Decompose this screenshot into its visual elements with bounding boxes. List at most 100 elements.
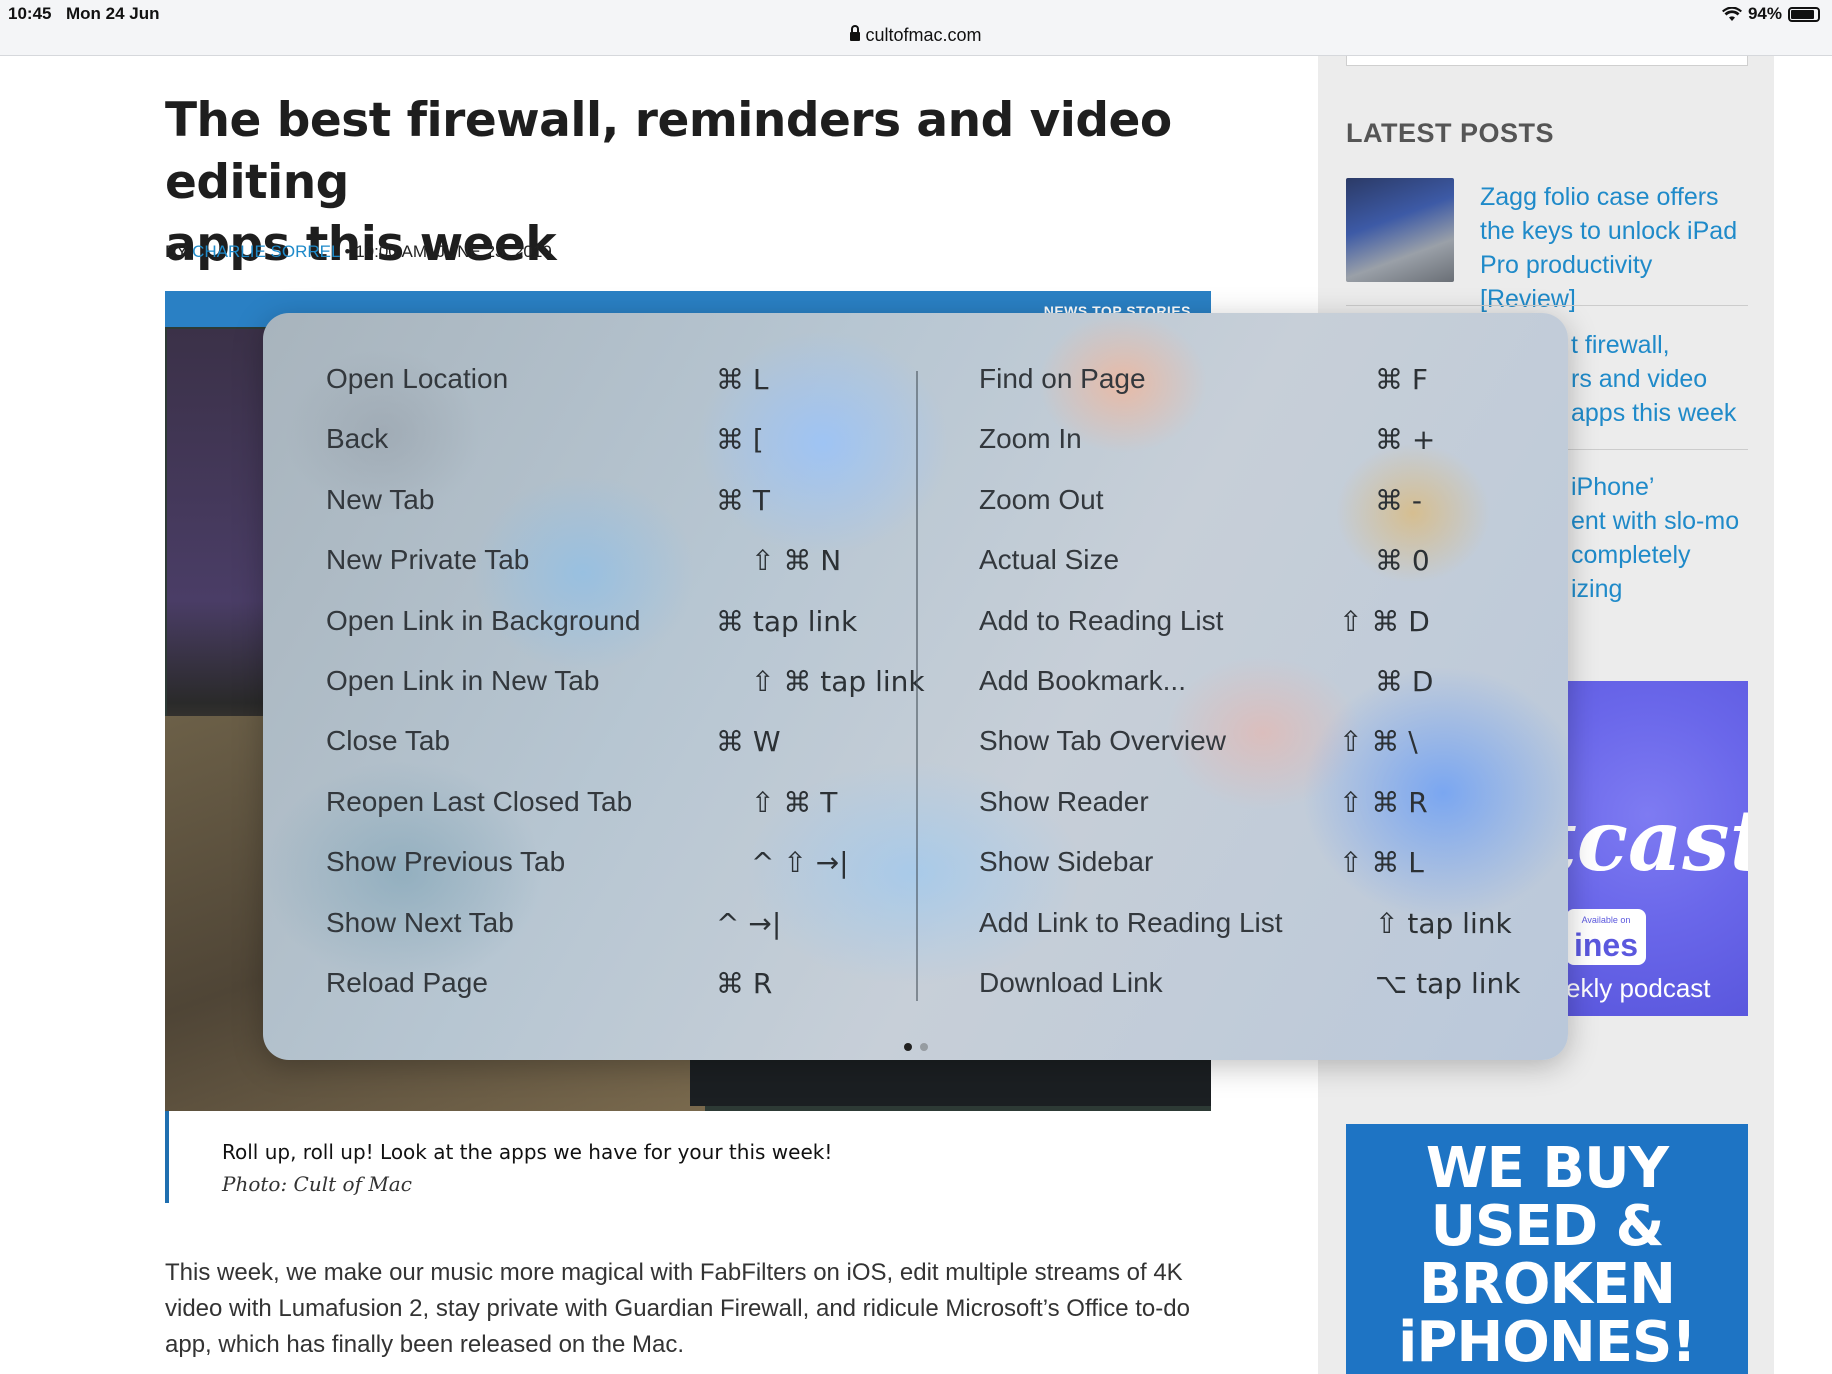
shortcut-row: Show Sidebar ⇧ ⌘ L	[979, 836, 1504, 896]
shortcut-keys: ⇧ ⌘ R	[1339, 785, 1428, 819]
shortcut-label: New Private Tab	[326, 544, 530, 576]
shortcuts-column-right: Find on Page ⌘ F Zoom In ⌘ + Zoom Out ⌘ - A…	[979, 353, 1521, 1017]
shortcut-keys: ⇧ tap link	[1375, 906, 1512, 940]
page-dot[interactable]	[919, 1043, 928, 1051]
shortcut-label: Open Link in Background	[326, 604, 641, 636]
shortcut-row: Find on Page ⌘ F	[979, 353, 1504, 413]
article-body: This week, we make our music more magica…	[165, 1255, 1225, 1363]
byline-timestamp: • 10:00 AM, JUNE 23, 2019	[344, 242, 552, 261]
shortcut-keys: ⌘ L	[716, 363, 769, 396]
post-title-line: iPhone’	[1571, 473, 1655, 501]
ad-line: USED &	[1430, 1194, 1665, 1259]
body-line-3: app, which has finally been released on …	[165, 1331, 684, 1358]
shortcut-label: Find on Page	[979, 363, 1146, 394]
byline-prefix: BY	[165, 242, 188, 261]
shortcut-label: Show Next Tab	[326, 906, 514, 938]
shortcut-row: Show Next Tab ^ →|	[326, 897, 871, 957]
post-divider	[1346, 305, 1748, 306]
post-link[interactable]: Zagg folio case offers the keys to unloc…	[1480, 180, 1748, 316]
post-thumbnail[interactable]	[1346, 178, 1454, 282]
address-bar[interactable]: cultofmac.com	[0, 25, 1832, 46]
shortcut-keys: ⌘ -	[1375, 483, 1423, 517]
shortcut-row: Show Reader ⇧ ⌘ R	[979, 776, 1504, 836]
latest-post-1[interactable]: Zagg folio case offers the keys to unloc…	[1346, 178, 1748, 313]
post-title-line: ent with slo-mo	[1571, 507, 1740, 535]
shortcut-row: New Tab ⌘ T	[326, 474, 871, 534]
shortcut-keys: ⇧ ⌘ T	[751, 785, 838, 819]
shortcut-row: Open Link in New Tab ⇧ ⌘ tap link	[326, 655, 925, 715]
shortcut-keys: ⌘ tap link	[716, 604, 858, 638]
page-indicator[interactable]	[263, 1038, 1568, 1056]
body-line-2: video with Lumafusion 2, stay private wi…	[165, 1295, 1190, 1322]
podcast-tagline: ekly podcast	[1566, 973, 1711, 1003]
shortcut-keys: ⇧ ⌘ tap link	[751, 664, 925, 698]
post-title-line: rs and video	[1571, 365, 1708, 393]
image-caption: Roll up, roll up! Look at the apps we ha…	[222, 1140, 833, 1164]
shortcut-keys: ⌘ D	[1375, 664, 1434, 698]
status-date: Mon 24 Jun	[66, 4, 160, 23]
shortcut-row: Add Link to Reading List ⇧ tap link	[979, 897, 1512, 957]
shortcut-label: New Tab	[326, 483, 435, 515]
wifi-icon	[1721, 6, 1742, 21]
lock-icon	[850, 25, 861, 41]
shortcut-label: Add to Reading List	[979, 604, 1224, 636]
browser-topbar: 10:45 Mon 24 Jun 94% cultofmac.com	[0, 0, 1832, 56]
post-title-line: Zagg folio case offers	[1480, 183, 1719, 211]
post-title-line: Pro productivity [Review]	[1480, 251, 1653, 313]
page-dot-active[interactable]	[903, 1043, 912, 1051]
shortcut-keys: ⌥ tap link	[1375, 966, 1521, 1000]
shortcut-label: Add Bookmark...	[979, 664, 1186, 696]
buyback-ad-text: WE BUY USED & BROKEN iPHONES!	[1346, 1140, 1748, 1372]
shortcut-label: Add Link to Reading List	[979, 906, 1283, 938]
shortcut-label: Show Previous Tab	[326, 846, 566, 878]
shortcut-keys: ⌘ +	[1375, 423, 1436, 457]
battery-percent: 94%	[1747, 4, 1782, 23]
shortcut-row: Zoom In ⌘ +	[979, 413, 1504, 473]
shortcut-label: Show Sidebar	[979, 846, 1154, 878]
page-margin	[1774, 56, 1832, 1374]
shortcut-label: Reopen Last Closed Tab	[326, 785, 633, 817]
post-title-line: apps this week	[1571, 399, 1737, 427]
shortcut-keys: ⇧ ⌘ L	[1339, 846, 1424, 880]
post-link[interactable]: t firewall, rs and video apps this week	[1571, 328, 1736, 430]
shortcut-row: Show Previous Tab ^ ⇧ →|	[326, 836, 871, 896]
post-link[interactable]: iPhone’ ent with slo-mo completely izing	[1571, 470, 1739, 606]
image-credit: Photo: Cult of Mac	[222, 1172, 412, 1196]
post-title-line: the keys to unlock iPad	[1480, 217, 1738, 245]
status-right: 94%	[1721, 4, 1820, 24]
buyback-ad[interactable]: WE BUY USED & BROKEN iPHONES!	[1346, 1124, 1748, 1374]
shortcut-keys: ⌘ F	[1375, 363, 1429, 396]
caption-accent	[165, 1111, 169, 1203]
shortcut-row: Open Location ⌘ L	[326, 353, 871, 413]
post-title-line: completely	[1571, 541, 1691, 569]
shortcut-keys: ⌘ R	[716, 966, 773, 1000]
battery-icon	[1788, 6, 1820, 22]
ad-line: iPHONES!	[1398, 1310, 1697, 1374]
shortcut-label: Reload Page	[326, 966, 488, 998]
shortcuts-column-left: Open Location ⌘ L Back ⌘ [ New Tab ⌘ T New …	[326, 353, 925, 1017]
shortcut-label: Zoom In	[979, 423, 1082, 455]
shortcut-label: Actual Size	[979, 544, 1120, 576]
shortcut-keys: ⇧ ⌘ \	[1339, 725, 1418, 759]
badge-caption: Available on	[1581, 915, 1631, 925]
body-line-1: This week, we make our music more magica…	[165, 1259, 1183, 1286]
author-link[interactable]: CHARLIE SORREL	[192, 242, 340, 261]
shortcut-row: Add to Reading List ⇧ ⌘ D	[979, 595, 1504, 655]
shortcut-label: Show Reader	[979, 785, 1149, 817]
post-title-line: izing	[1571, 575, 1623, 603]
sidebar-search-box	[1346, 56, 1748, 66]
status-time: 10:45	[8, 4, 52, 23]
keyboard-shortcuts-overlay: Open Location ⌘ L Back ⌘ [ New Tab ⌘ T New …	[263, 313, 1568, 1060]
title-line-1: The best firewall, reminders and video e…	[165, 93, 1172, 210]
post-title-line: t firewall,	[1571, 331, 1670, 359]
shortcut-label: Open Location	[326, 363, 509, 394]
ad-line: WE BUY	[1425, 1136, 1669, 1201]
ad-line: BROKEN	[1419, 1252, 1676, 1317]
shortcut-keys: ⌘ [	[716, 423, 764, 457]
shortcut-row: Download Link ⌥ tap link	[979, 957, 1521, 1017]
url-text: cultofmac.com	[865, 25, 982, 45]
shortcut-row: Close Tab ⌘ W	[326, 715, 871, 775]
shortcut-label: Open Link in New Tab	[326, 664, 600, 696]
itunes-badge: Available on ines	[1566, 909, 1646, 965]
shortcut-label: Close Tab	[326, 725, 451, 757]
